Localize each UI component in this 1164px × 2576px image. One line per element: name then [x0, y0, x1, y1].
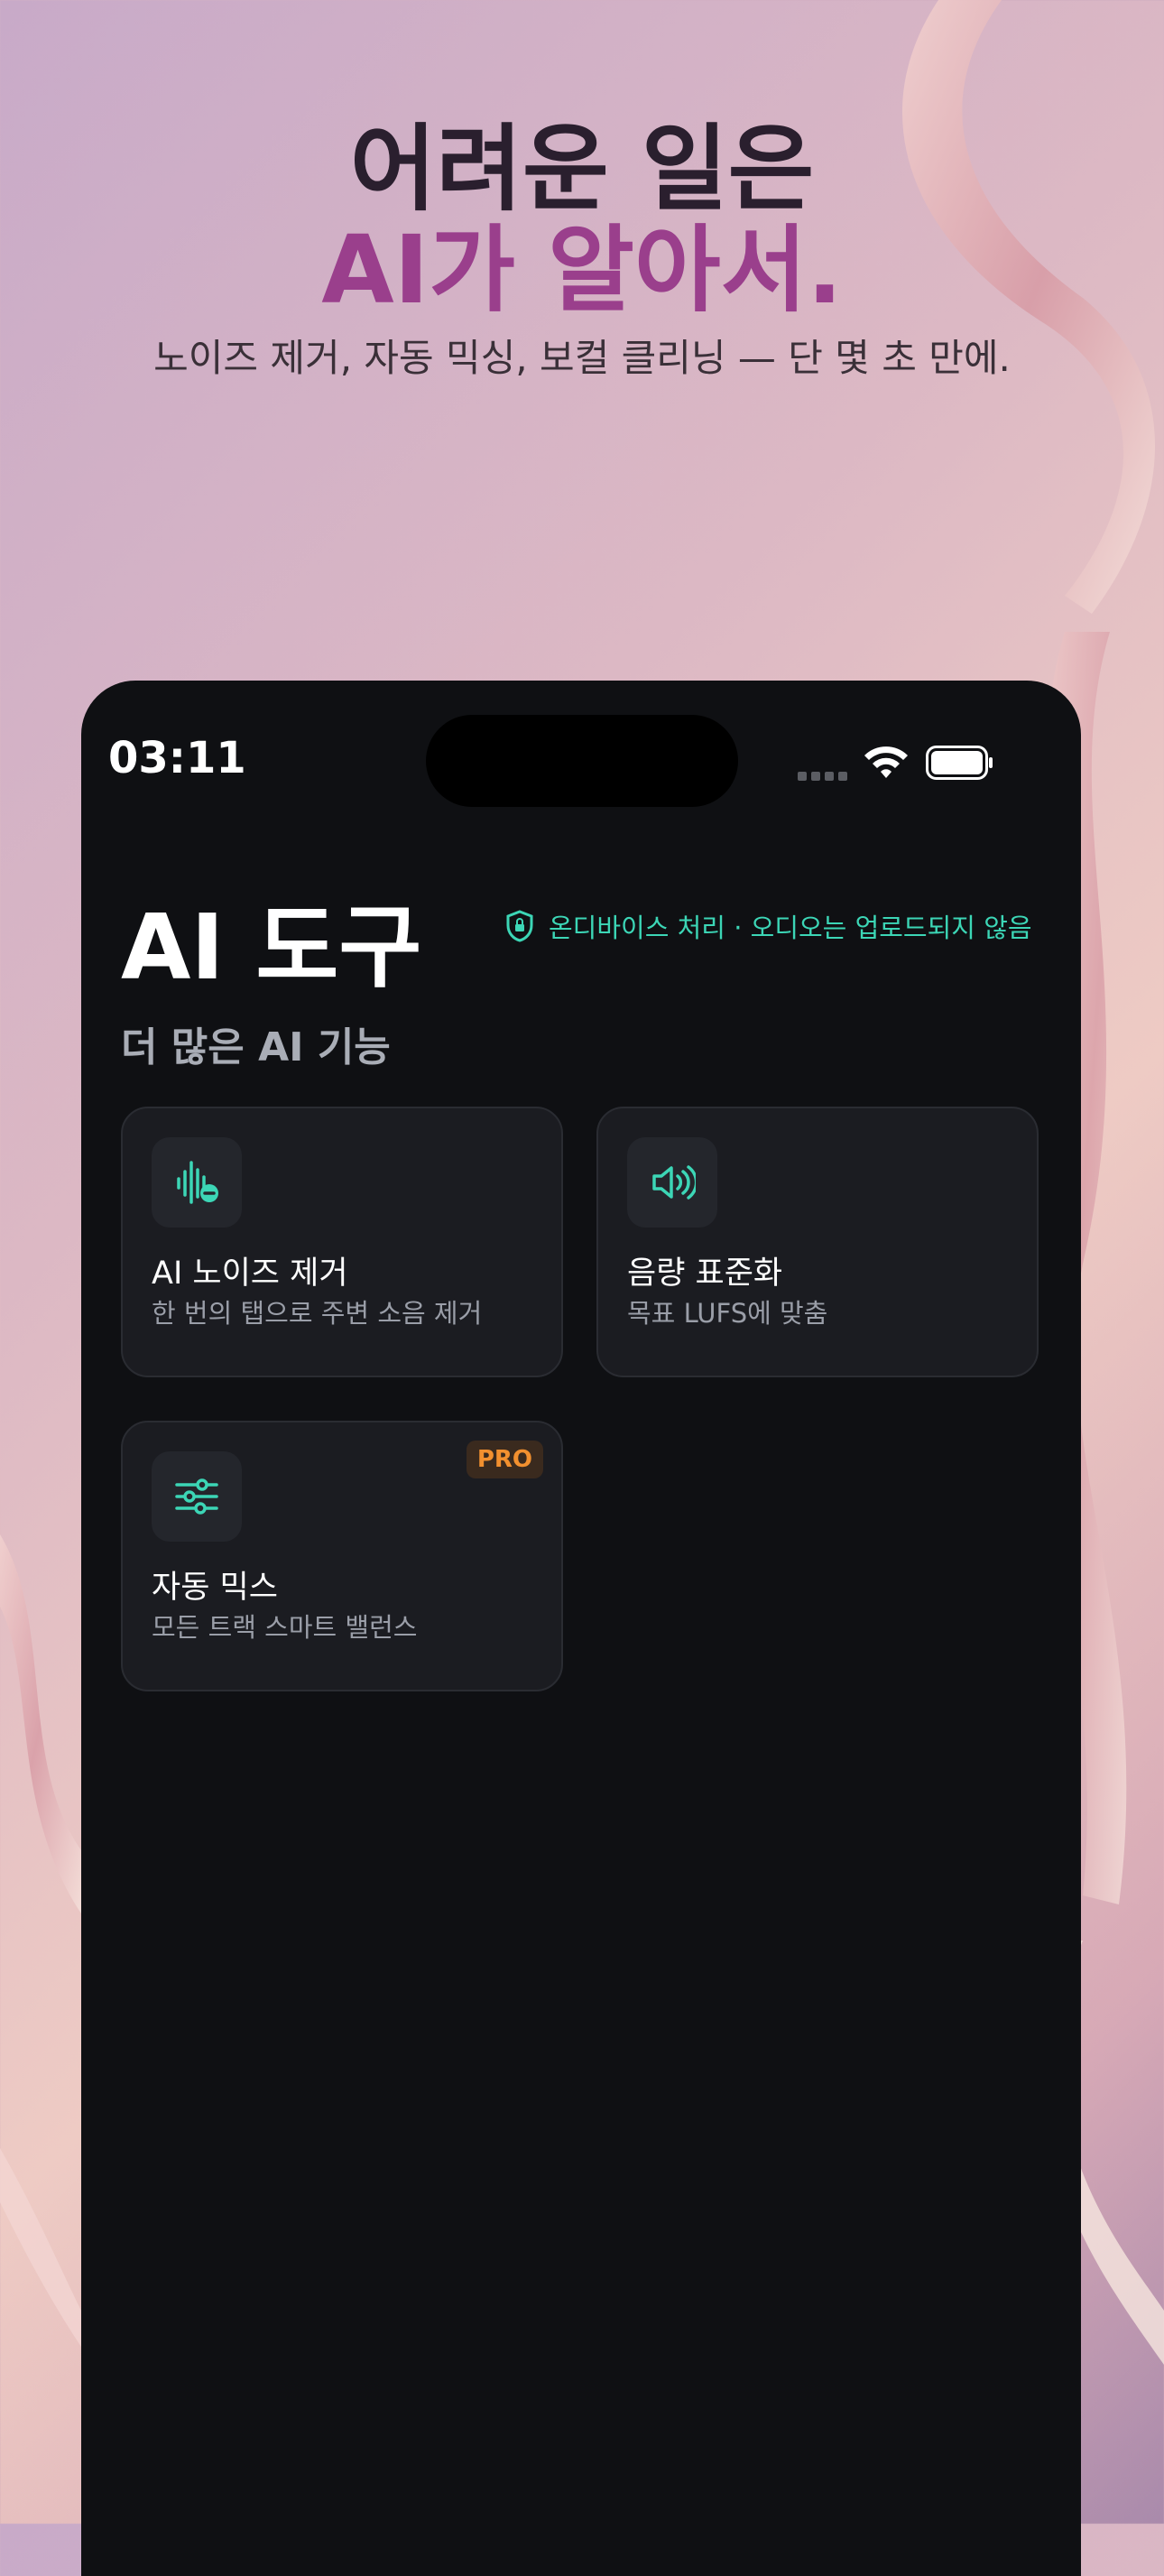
card-ai-noise-removal[interactable]: AI 노이즈 제거 한 번의 탭으로 주변 소음 제거	[121, 1107, 563, 1377]
card-icon-box	[152, 1137, 242, 1228]
card-icon-box	[627, 1137, 717, 1228]
card-subtitle: 한 번의 탭으로 주변 소음 제거	[152, 1298, 483, 1329]
wifi-icon	[864, 746, 908, 778]
battery-icon	[926, 746, 993, 780]
noise-removal-icon	[177, 1161, 218, 1204]
page-title: AI 도구	[121, 894, 422, 1000]
section-title: 더 많은 AI 기능	[121, 1024, 391, 1070]
card-title: 자동 믹스	[152, 1570, 278, 1606]
card-icon-box	[152, 1451, 242, 1542]
pro-badge: PRO	[466, 1441, 543, 1478]
hero-headline-line1: 어려운 일은	[349, 114, 815, 224]
card-title: 음량 표준화	[627, 1256, 783, 1292]
dynamic-island	[426, 715, 738, 807]
card-loudness-normalize[interactable]: 음량 표준화 목표 LUFS에 맞춤	[596, 1107, 1039, 1377]
card-auto-mix[interactable]: PRO 자동 믹스 모든 트랙 스마트 밸런스	[121, 1421, 563, 1691]
signal-icon	[798, 767, 852, 784]
shield-lock-icon	[506, 910, 533, 942]
sliders-icon	[175, 1478, 218, 1515]
privacy-note: 온디바이스 처리 · 오디오는 업로드되지 않음	[505, 906, 1047, 946]
card-title: AI 노이즈 제거	[152, 1256, 348, 1292]
card-subtitle: 목표 LUFS에 맞춤	[627, 1298, 828, 1329]
card-subtitle: 모든 트랙 스마트 밸런스	[152, 1612, 418, 1643]
status-time: 03:11	[108, 733, 246, 783]
speaker-volume-icon	[652, 1165, 696, 1200]
privacy-note-text: 온디바이스 처리 · 오디오는 업로드되지 않음	[549, 913, 1032, 943]
hero-headline-line2: AI가 알아서.	[321, 215, 843, 325]
hero-subtitle: 노이즈 제거, 자동 믹싱, 보컬 클리닝 — 단 몇 초 만에.	[153, 336, 1011, 380]
